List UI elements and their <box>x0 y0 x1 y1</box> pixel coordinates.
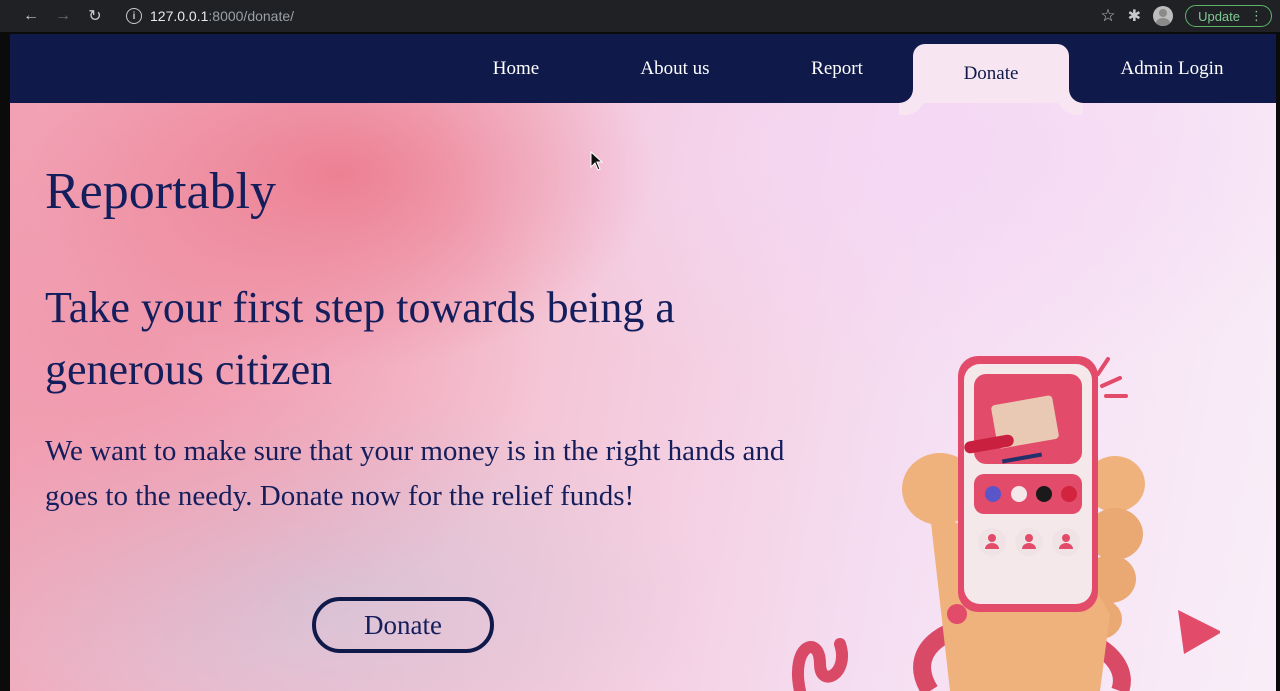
bookmark-star-icon[interactable]: ☆ <box>1100 6 1115 26</box>
donate-button[interactable]: Donate <box>312 597 494 653</box>
back-arrow-icon[interactable]: ← <box>16 1 46 31</box>
reload-icon[interactable]: ↻ <box>80 1 110 31</box>
url-path: :8000/donate/ <box>208 8 295 24</box>
update-label: Update <box>1198 8 1240 24</box>
nav-about-us[interactable]: About us <box>625 44 725 94</box>
update-button[interactable]: Update ⋮ <box>1185 5 1272 27</box>
nav-home[interactable]: Home <box>476 44 556 94</box>
hero-description: We want to make sure that your money is … <box>45 435 785 512</box>
site-info-icon[interactable]: i <box>126 8 142 24</box>
donate-page: Home About us Report Donate Admin Login … <box>10 34 1276 691</box>
nav-admin-login[interactable]: Admin Login <box>1106 44 1238 94</box>
address-bar[interactable]: i 127.0.0.1:8000/donate/ <box>118 3 1108 29</box>
nav-report[interactable]: Report <box>795 44 879 94</box>
mouse-cursor-icon <box>590 151 604 171</box>
forward-arrow-icon[interactable]: → <box>48 1 78 31</box>
kebab-menu-icon[interactable]: ⋮ <box>1250 8 1263 24</box>
extensions-icon[interactable]: ✱ <box>1128 6 1141 26</box>
browser-toolbar: ← → ↻ i 127.0.0.1:8000/donate/ ☆ ✱ Updat… <box>0 0 1280 32</box>
nav-donate-active[interactable]: Donate <box>913 44 1069 103</box>
top-navbar: Home About us Report Donate Admin Login <box>10 34 1276 103</box>
brand-title: Reportably <box>45 163 277 220</box>
hero-headline: Take your first step towards being a gen… <box>45 283 675 394</box>
url-host: 127.0.0.1 <box>150 8 209 24</box>
profile-avatar[interactable] <box>1153 6 1174 26</box>
hand-holding-phone-illustration <box>792 356 1220 691</box>
